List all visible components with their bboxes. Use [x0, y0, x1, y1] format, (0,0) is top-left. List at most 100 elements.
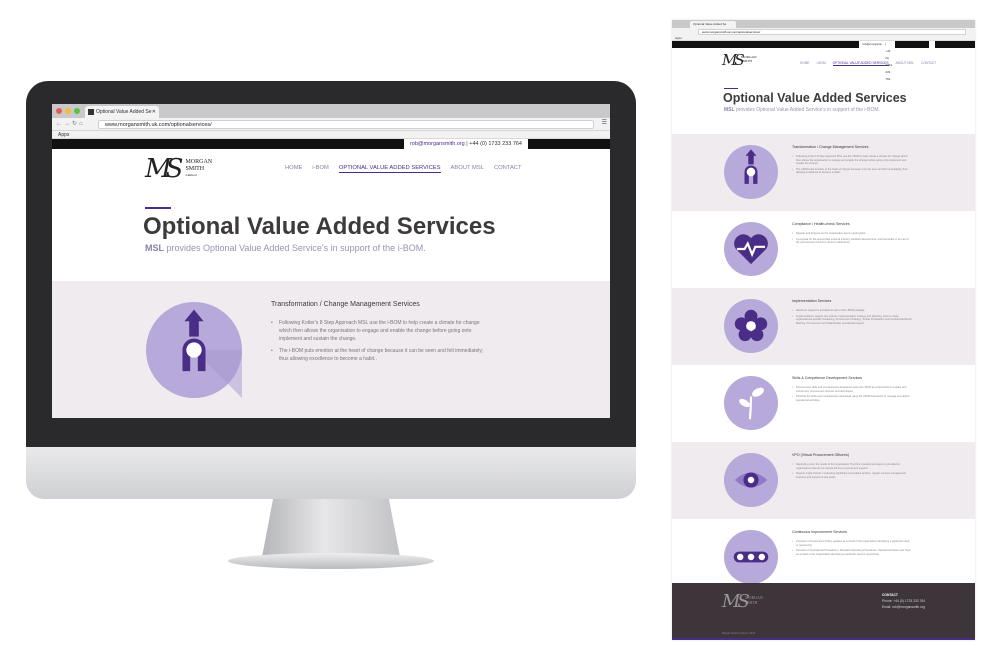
browser-tab[interactable]: Optional Value Added Se ✕ [85, 106, 159, 118]
page-title: Optional Value Added Services [143, 213, 496, 240]
page-subtitle: MSL provides Optional Value Added Servic… [145, 243, 426, 253]
eye-icon [724, 453, 778, 507]
service-bullet: Following Kotter's 8 Step Approach MSL u… [271, 319, 486, 343]
footer-logo-mark: MS [722, 591, 750, 612]
preview-nav-home[interactable]: HOME [800, 61, 810, 66]
preview-url[interactable]: www.morgansmith.uk.com/optionalservices/ [698, 29, 966, 35]
title-accent-bar [145, 207, 171, 209]
close-window-button[interactable] [56, 108, 62, 114]
preview-service-bullets: Provision of Governance Policy updates a… [792, 540, 912, 558]
preview-hero: Optional Value Added Services MSL provid… [672, 76, 975, 134]
contact-phone: | +44 (0) 1733 233 764 [466, 141, 522, 147]
preview-service-vpo: VPO (Virtual Procurement Officer/s) Depe… [672, 442, 975, 519]
nav-about[interactable]: ABOUT MSL [451, 165, 484, 173]
footer-contact: CONTACT Phone: +44 (0) 1733 233 764 Emai… [882, 593, 925, 609]
preview-service-title: Skills & Competence Development Services [792, 376, 863, 380]
bookmarks-bar: Apps [52, 131, 610, 139]
logo-mark: MS [145, 154, 184, 184]
preview-service-bullets: Regular and frequent as the organisation… [792, 232, 912, 247]
browser-tabbar: Optional Value Added Se ✕ [52, 104, 610, 118]
preview-bullet: Prioritise the skills and competencies d… [792, 395, 912, 402]
footer-email-link[interactable]: Email: rob@morgansmith.org [882, 605, 925, 609]
monitor-foot [228, 553, 434, 569]
preview-footer: MS MORGAN SMITH CONTACT Phone: +44 (0) 17… [672, 583, 975, 640]
preview-bullet: Provision of Governance Policy updates a… [792, 540, 912, 547]
service-bullets: Following Kotter's 8 Step Approach MSL u… [271, 319, 486, 367]
preview-nav-services[interactable]: OPTIONAL VALUE ADDED SERVICES [832, 61, 889, 66]
url-field[interactable]: www.morgansmith.uk.com/optionalservices/ [98, 120, 594, 129]
forward-icon[interactable]: → [64, 121, 72, 127]
preview-service-title: Compliance / Health-check Services [792, 222, 850, 226]
preview-bullet: A proposal for the appropriate external … [792, 238, 912, 245]
reload-icon[interactable]: ↻ [72, 121, 79, 127]
preview-address-row: www.morgansmith.uk.com/optionalservices/ [672, 28, 975, 36]
preview-nav-about[interactable]: ABOUT MSL [896, 61, 914, 66]
apps-bookmark[interactable]: Apps [58, 132, 69, 138]
preview-bullet: Implementation support can include: Impl… [792, 315, 912, 326]
main-nav: HOME i-BOM OPTIONAL VALUE ADDED SERVICES… [285, 165, 522, 173]
page-hero: Optional Value Added Services MSL provid… [52, 193, 610, 281]
service-section: Transformation / Change Management Servi… [52, 281, 610, 418]
zoom-window-button[interactable] [74, 108, 80, 114]
monitor-screen: Optional Value Added Se ✕ ←→↻⌂ www.morga… [52, 104, 610, 418]
preview-service-bullets: Procurement skills and competencies deve… [792, 386, 912, 404]
preview-accent-bar [724, 88, 738, 89]
preview-nav-contact[interactable]: CONTACT [921, 61, 936, 66]
nav-home[interactable]: HOME [285, 165, 302, 173]
preview-service-implementation: Implementation Services Hands-on support… [672, 288, 975, 365]
monitor-chin [26, 447, 636, 499]
sprout-icon [724, 376, 778, 430]
preview-service-title: Implementation Services [792, 299, 832, 303]
preview-bullet: Regular and frequent as the organisation… [792, 232, 912, 236]
favicon-icon [88, 109, 94, 115]
nav-optional-services[interactable]: OPTIONAL VALUE ADDED SERVICES [338, 165, 441, 173]
nav-buttons: ←→↻⌂ [56, 120, 85, 127]
address-bar-row: ←→↻⌂ www.morgansmith.uk.com/optionalserv… [52, 118, 610, 131]
site-header: MS MORGAN SMITH Limited HOME i-BOM OPTIO… [52, 149, 610, 193]
preview-nav-ibom[interactable]: i-BOM [817, 61, 826, 66]
preview-service-bullets: Following Kotter's 8 Step Approach MSL u… [792, 155, 912, 177]
preview-service-bullets: Hands-on support is provided as part of … [792, 309, 912, 327]
preview-header: MS MORGAN SMITH HOME i-BOM OPTIONAL VALUE… [672, 48, 975, 76]
close-tab-icon[interactable]: ✕ [152, 106, 156, 118]
preview-service-compliance: Compliance / Health-check Services Regul… [672, 211, 975, 288]
nav-ibom[interactable]: i-BOM [312, 165, 328, 173]
tab-title: Optional Value Added Se [96, 109, 152, 115]
preview-service-skills: Skills & Competence Development Services… [672, 365, 975, 442]
home-icon[interactable]: ⌂ [79, 121, 85, 127]
footer-copyright: Morgan Smith Limited © 2014 [722, 632, 756, 635]
service-title: Transformation / Change Management Servi… [271, 301, 420, 308]
full-page-preview: Optional Value Added Se www.morgansmith.… [672, 20, 975, 640]
preview-bullet: Following Kotter's 8 Step Approach MSL u… [792, 155, 912, 166]
heart-pulse-icon [724, 222, 778, 276]
footer-logo-wordmark: MORGAN SMITH [745, 595, 763, 605]
preview-contact: rob@morgansmith.org | +44 (0) 1733 233 7… [859, 41, 935, 81]
preview-nav: HOME i-BOM OPTIONAL VALUE ADDED SERVICES… [800, 61, 936, 66]
footer-accent-line [672, 638, 975, 640]
nav-contact[interactable]: CONTACT [494, 165, 522, 173]
preview-tab[interactable]: Optional Value Added Se [690, 21, 736, 28]
topbar-contact: rob@morgansmith.org | +44 (0) 1733 233 7… [403, 139, 528, 149]
preview-service-title: Transformation / Change Management Servi… [792, 145, 869, 149]
contact-email-link[interactable]: rob@morgansmith.org [410, 141, 465, 147]
preview-service-title: VPO (Virtual Procurement Officer/s) [792, 453, 849, 457]
logo-wordmark: MORGAN SMITH Limited [185, 159, 213, 178]
preview-service-transformation: Transformation / Change Management Servi… [672, 134, 975, 211]
preview-bullet: Depending upon the needs of the organisa… [792, 463, 912, 470]
arrow-up-icon [724, 145, 778, 199]
menu-icon[interactable]: ☰ [602, 119, 607, 126]
arrow-up-icon [146, 302, 242, 398]
preview-bullet: Support might include: conducting signif… [792, 472, 912, 479]
minimize-window-button[interactable] [65, 108, 71, 114]
preview-bullet: Procurement skills and competencies deve… [792, 386, 912, 393]
preview-service-title: Continuous Improvement Services [792, 530, 847, 534]
site-topbar: rob@morgansmith.org | +44 (0) 1733 233 7… [52, 139, 610, 149]
flower-icon [724, 299, 778, 353]
preview-tabbar: Optional Value Added Se [672, 20, 975, 28]
dots-icon [724, 530, 778, 584]
monitor-stand [262, 499, 400, 557]
preview-page-title: Optional Value Added Services [723, 91, 907, 105]
preview-logo-wordmark: MORGAN SMITH [741, 55, 757, 63]
back-icon[interactable]: ← [56, 121, 64, 127]
site-logo[interactable]: MS MORGAN SMITH Limited [145, 154, 212, 184]
